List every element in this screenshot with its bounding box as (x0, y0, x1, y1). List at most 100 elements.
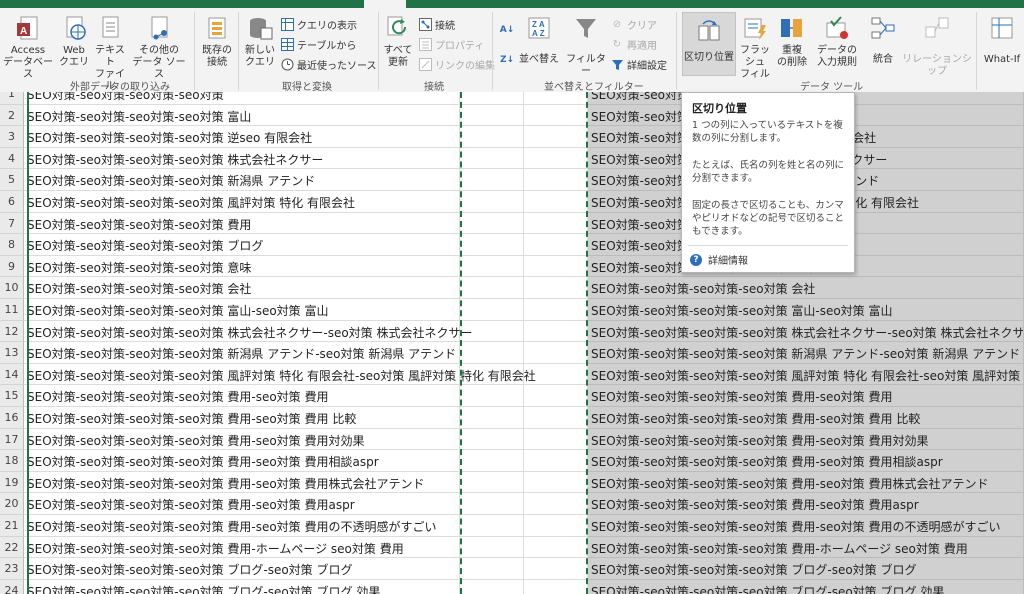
filter-button[interactable]: フィルター (564, 14, 608, 78)
row-header[interactable]: 7 (0, 212, 24, 235)
cell-c[interactable] (524, 92, 588, 105)
cell-c[interactable] (524, 493, 588, 515)
connections-button[interactable]: 接続 (418, 16, 455, 32)
cell-b[interactable] (460, 277, 524, 299)
cell-d[interactable]: SEO対策-seo対策-seo対策-seo対策 会社 (588, 277, 1024, 299)
cell-b[interactable] (460, 255, 524, 278)
cell-a[interactable]: SEO対策-seo対策-seo対策-seo対策 費用-seo対策 費用株式会社ア… (24, 471, 460, 494)
cell-a[interactable]: SEO対策-seo対策-seo対策-seo対策 (24, 92, 460, 105)
from-table-button[interactable]: テーブルから (280, 36, 356, 52)
cell-c[interactable] (524, 277, 588, 299)
cell-b[interactable] (460, 536, 524, 559)
row-header[interactable]: 12 (0, 320, 24, 343)
advanced-filter-button[interactable]: 詳細設定 (610, 56, 667, 72)
cell-b[interactable] (460, 191, 524, 213)
cell-c[interactable] (524, 320, 588, 343)
cell-b[interactable] (460, 92, 524, 105)
cell-a[interactable]: SEO対策-seo対策-seo対策-seo対策 費用-seo対策 費用aspr (24, 493, 460, 515)
edit-links-button[interactable]: リンクの編集 (418, 56, 495, 72)
cell-c[interactable] (524, 407, 588, 429)
cell-b[interactable] (460, 126, 524, 148)
sort-za-button[interactable]: Z↓ (500, 52, 517, 68)
row-header[interactable]: 6 (0, 191, 24, 213)
row-header[interactable]: 1 (0, 92, 24, 105)
row-header[interactable]: 14 (0, 363, 24, 386)
cell-a[interactable]: SEO対策-seo対策-seo対策-seo対策 費用-seo対策 費用対効果 (24, 428, 460, 451)
cell-d[interactable]: SEO対策-seo対策-seo対策-seo対策 費用-seo対策 費用 比較 (588, 407, 1024, 429)
cell-a[interactable]: SEO対策-seo対策-seo対策-seo対策 新潟県 アテンド-seo対策 新… (24, 342, 460, 364)
row-header[interactable]: 3 (0, 126, 24, 148)
cell-c[interactable] (524, 471, 588, 494)
cell-a[interactable]: SEO対策-seo対策-seo対策-seo対策 費用-seo対策 費用の不透明感… (24, 515, 460, 537)
row-header[interactable]: 20 (0, 493, 24, 515)
row-header[interactable]: 9 (0, 255, 24, 278)
row-header[interactable]: 10 (0, 277, 24, 299)
worksheet-grid[interactable]: 1SEO対策-seo対策-seo対策-seo対策SEO対策-seo対策-seo対… (0, 92, 1024, 594)
cell-c[interactable] (524, 428, 588, 451)
cell-b[interactable] (460, 342, 524, 364)
row-header[interactable]: 13 (0, 342, 24, 364)
row-header[interactable]: 19 (0, 471, 24, 494)
cell-c[interactable] (524, 126, 588, 148)
cell-c[interactable] (524, 558, 588, 580)
cell-b[interactable] (460, 169, 524, 191)
data-validation-button[interactable]: データの 入力規則 (812, 14, 862, 69)
cell-c[interactable] (524, 191, 588, 213)
row-header[interactable]: 18 (0, 450, 24, 472)
cell-c[interactable] (524, 234, 588, 256)
cell-b[interactable] (460, 299, 524, 321)
row-header[interactable]: 16 (0, 407, 24, 429)
cell-b[interactable] (460, 579, 524, 594)
cell-b[interactable] (460, 450, 524, 472)
row-header[interactable]: 21 (0, 515, 24, 537)
cell-c[interactable] (524, 536, 588, 559)
existing-connections-button[interactable]: 既存の 接続 (198, 14, 236, 69)
refresh-all-button[interactable]: すべて 更新 (382, 14, 414, 69)
cell-d[interactable]: SEO対策-seo対策-seo対策-seo対策 株式会社ネクサー-seo対策 株… (588, 320, 1024, 343)
cell-b[interactable] (460, 104, 524, 127)
cell-b[interactable] (460, 558, 524, 580)
row-header[interactable]: 22 (0, 536, 24, 559)
cell-a[interactable]: SEO対策-seo対策-seo対策-seo対策 風評対策 特化 有限会社 (24, 191, 460, 213)
remove-duplicates-button[interactable]: 重複 の削除 (774, 14, 810, 69)
text-to-columns-button[interactable]: 区切り位置 (682, 12, 736, 76)
tab-data-active[interactable] (364, 0, 406, 8)
cell-a[interactable]: SEO対策-seo対策-seo対策-seo対策 逆seo 有限会社 (24, 126, 460, 148)
cell-c[interactable] (524, 104, 588, 127)
cell-a[interactable]: SEO対策-seo対策-seo対策-seo対策 株式会社ネクサー-seo対策 株… (24, 320, 473, 343)
cell-c[interactable] (524, 515, 588, 537)
cell-b[interactable] (460, 493, 524, 515)
cell-c[interactable] (524, 255, 588, 278)
flash-fill-button[interactable]: フラッシュ フィル (736, 14, 774, 81)
cell-d[interactable]: SEO対策-seo対策-seo対策-seo対策 費用-seo対策 費用の不透明感… (588, 515, 1024, 537)
cell-b[interactable] (460, 234, 524, 256)
cell-d[interactable]: SEO対策-seo対策-seo対策-seo対策 富山-seo対策 富山 (588, 299, 1024, 321)
cell-c[interactable] (524, 212, 588, 235)
cell-d[interactable]: SEO対策-seo対策-seo対策-seo対策 費用-seo対策 費用aspr (588, 493, 1024, 515)
row-header[interactable]: 17 (0, 428, 24, 451)
cell-c[interactable] (524, 299, 588, 321)
cell-c[interactable] (524, 169, 588, 191)
cell-a[interactable]: SEO対策-seo対策-seo対策-seo対策 費用-ホームページ seo対策 … (24, 536, 460, 559)
cell-a[interactable]: SEO対策-seo対策-seo対策-seo対策 ブログ (24, 234, 460, 256)
cell-a[interactable]: SEO対策-seo対策-seo対策-seo対策 富山 (24, 104, 460, 127)
cell-d[interactable]: SEO対策-seo対策-seo対策-seo対策 費用-seo対策 費用株式会社ア… (588, 471, 1024, 494)
cell-a[interactable]: SEO対策-seo対策-seo対策-seo対策 富山-seo対策 富山 (24, 299, 460, 321)
cell-c[interactable] (524, 147, 588, 170)
cell-a[interactable]: SEO対策-seo対策-seo対策-seo対策 ブログ-seo対策 ブログ 効果 (24, 579, 460, 594)
cell-b[interactable] (460, 212, 524, 235)
cell-b[interactable] (460, 428, 524, 451)
cell-d[interactable]: SEO対策-seo対策-seo対策-seo対策 費用-ホームページ seo対策 … (588, 536, 1024, 559)
cell-a[interactable]: SEO対策-seo対策-seo対策-seo対策 意味 (24, 255, 460, 278)
web-query-button[interactable]: Web クエリ (58, 14, 90, 69)
cell-d[interactable]: SEO対策-seo対策-seo対策-seo対策 風評対策 特化 有限会社-seo… (588, 363, 1024, 386)
row-header[interactable]: 8 (0, 234, 24, 256)
cell-a[interactable]: SEO対策-seo対策-seo対策-seo対策 費用-seo対策 費用相談asp… (24, 450, 460, 472)
cell-c[interactable] (524, 450, 588, 472)
other-sources-button[interactable]: その他の データ ソース (128, 14, 190, 81)
sort-az-button[interactable]: A↓ (500, 22, 517, 38)
cell-d[interactable]: SEO対策-seo対策-seo対策-seo対策 費用-seo対策 費用対効果 (588, 428, 1024, 451)
cell-d[interactable]: SEO対策-seo対策-seo対策-seo対策 費用-seo対策 費用相談asp… (588, 450, 1024, 472)
cell-b[interactable] (460, 147, 524, 170)
cell-c[interactable] (524, 385, 588, 407)
